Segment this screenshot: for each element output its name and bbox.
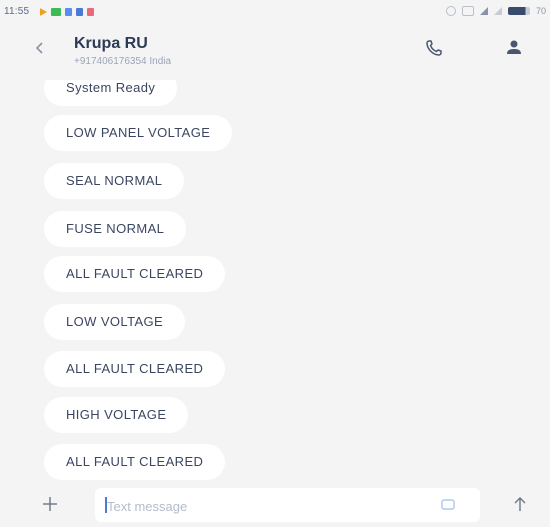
- plus-icon: [43, 497, 57, 511]
- signal-icon: [493, 7, 502, 15]
- system-icons: 70: [445, 6, 546, 16]
- alarm-icon: [445, 6, 456, 16]
- status-bar: 11:55 70: [0, 0, 550, 22]
- message-bubble[interactable]: ALL FAULT CLEARED: [44, 351, 226, 387]
- vibrate-icon: [461, 6, 474, 16]
- message-bubble[interactable]: LOW PANEL VOLTAGE: [44, 115, 233, 151]
- message-input-container: [95, 488, 480, 524]
- person-icon: [507, 40, 521, 54]
- message-bubble[interactable]: ALL FAULT CLEARED: [44, 256, 226, 292]
- signal-icon: [479, 7, 488, 15]
- back-button[interactable]: [28, 36, 52, 60]
- app-notification-icon: [65, 8, 72, 16]
- message-list[interactable]: System Ready LOW PANEL VOLTAGE SEAL NORM…: [0, 80, 550, 480]
- call-button[interactable]: [420, 34, 448, 62]
- contact-info-button[interactable]: [500, 34, 528, 62]
- arrow-up-icon: [514, 497, 526, 511]
- message-bubble[interactable]: ALL FAULT CLEARED: [44, 444, 226, 480]
- chevron-left-icon: [35, 42, 43, 54]
- app-notification-icon: [76, 8, 83, 16]
- status-time: 11:55: [4, 6, 30, 17]
- send-button[interactable]: [508, 492, 532, 516]
- messaging-app: 11:55 70 Krupa RU +917406176354 India Sy…: [0, 0, 550, 527]
- notification-icons: [40, 7, 94, 17]
- contact-name: Krupa RU: [74, 35, 148, 52]
- add-attachment-button[interactable]: [38, 492, 62, 516]
- message-input[interactable]: [105, 488, 409, 524]
- emoji-icon: [441, 499, 455, 510]
- battery-icon: [507, 7, 530, 15]
- contact-number: +917406176354 India: [74, 56, 172, 67]
- app-notification-icon: [87, 8, 94, 16]
- play-icon: [40, 8, 47, 16]
- conversation-header: Krupa RU +917406176354 India: [0, 22, 550, 80]
- battery-level: 70: [535, 6, 546, 16]
- app-notification-icon: [51, 8, 61, 16]
- message-bubble[interactable]: FUSE NORMAL: [44, 211, 187, 247]
- message-bubble[interactable]: HIGH VOLTAGE: [44, 397, 189, 433]
- emoji-button[interactable]: [440, 498, 456, 512]
- phone-icon: [426, 40, 442, 56]
- message-bubble[interactable]: SEAL NORMAL: [44, 163, 185, 199]
- message-bubble[interactable]: LOW VOLTAGE: [44, 304, 186, 340]
- message-composer: [0, 484, 550, 527]
- message-bubble[interactable]: System Ready: [44, 80, 178, 106]
